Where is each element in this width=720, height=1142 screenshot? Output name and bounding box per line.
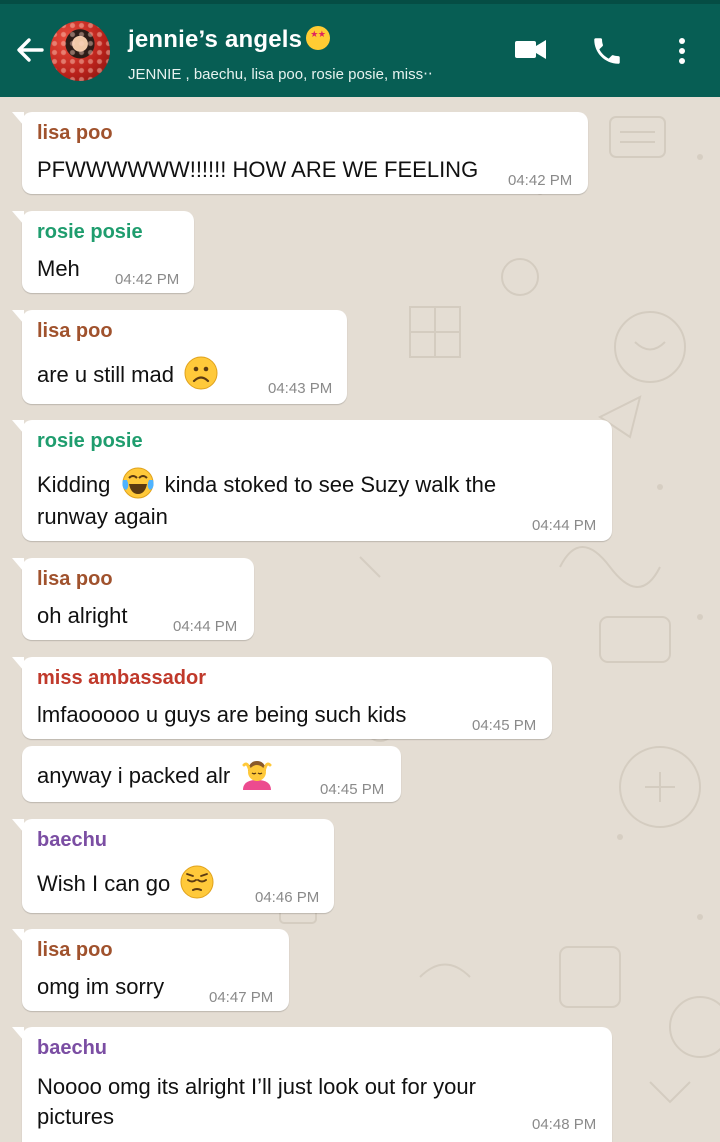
more-vert-icon[interactable]: [670, 34, 694, 68]
message-bubble[interactable]: rosie posie Meh 04:42 PM: [12, 211, 194, 293]
message-text: Kidding kinda stoked to see Suzy walk th…: [37, 466, 496, 502]
tears-of-joy-emoji-icon: [121, 467, 154, 499]
message-bubble[interactable]: miss ambassador lmfaooooo u guys are bei…: [12, 657, 552, 739]
phone-icon[interactable]: [590, 34, 624, 68]
message-time: 04:43 PM: [268, 380, 333, 397]
sender-name[interactable]: lisa poo: [37, 939, 113, 962]
message-bubble[interactable]: lisa poo oh alright 04:44 PM: [12, 558, 254, 640]
message-text: anyway i packed alr: [37, 757, 278, 793]
message-text-part: anyway i packed alr: [37, 763, 231, 788]
message-bubble[interactable]: anyway i packed alr 04:45 PM: [22, 746, 401, 802]
group-title-text: jennie’s angels: [128, 26, 303, 53]
message-time: 04:48 PM: [532, 1116, 597, 1133]
message-time: 04:44 PM: [532, 517, 597, 534]
message-time: 04:44 PM: [173, 618, 238, 635]
message-time: 04:42 PM: [508, 172, 573, 189]
sender-name[interactable]: miss ambassador: [37, 667, 206, 690]
message-text: PFWWWWWW!!!!!! HOW ARE WE FEELING: [37, 157, 479, 182]
message-text: omg im sorry: [37, 974, 165, 999]
message-text: lmfaooooo u guys are being such kids: [37, 702, 407, 727]
message-text-part: are u still mad: [37, 362, 174, 387]
star-struck-emoji-icon: [306, 26, 331, 50]
message-bubble[interactable]: lisa poo are u still mad 04:43 PM: [12, 310, 347, 404]
message-bubble[interactable]: lisa poo PFWWWWWW!!!!!! HOW ARE WE FEELI…: [12, 112, 588, 194]
message-bubble[interactable]: lisa poo omg im sorry 04:47 PM: [12, 929, 289, 1011]
message-time: 04:47 PM: [209, 989, 274, 1006]
pensive-face-emoji-icon: [180, 865, 214, 899]
group-avatar[interactable]: [50, 21, 110, 81]
message-time: 04:46 PM: [255, 889, 320, 906]
message-text: Noooo omg its alright I’ll just look out…: [37, 1074, 476, 1099]
sender-name[interactable]: baechu: [37, 1037, 107, 1060]
message-text-part: Kidding: [37, 472, 111, 497]
chat-header: jennie’s angels JENNIE , baechu, lisa po…: [0, 4, 720, 97]
group-members[interactable]: JENNIE , baechu, lisa poo, rosie posie, …: [128, 65, 433, 83]
sender-name[interactable]: lisa poo: [37, 122, 113, 145]
sender-name[interactable]: rosie posie: [37, 221, 143, 244]
sender-name[interactable]: rosie posie: [37, 430, 143, 453]
message-time: 04:45 PM: [472, 717, 537, 734]
frowning-face-emoji-icon: [184, 356, 218, 390]
message-time: 04:45 PM: [320, 781, 385, 798]
message-text: oh alright: [37, 603, 128, 628]
message-text-line2: runway again: [37, 504, 168, 529]
sender-name[interactable]: lisa poo: [37, 568, 113, 591]
person-getting-massage-emoji-icon: [242, 761, 272, 790]
message-bubble[interactable]: rosie posie Kidding kinda stoked to see …: [12, 420, 612, 541]
message-text-line2: pictures: [37, 1104, 115, 1129]
message-text-part: Wish I can go: [37, 871, 171, 896]
message-time: 04:42 PM: [115, 271, 180, 288]
group-title[interactable]: jennie’s angels: [128, 26, 331, 54]
video-call-icon[interactable]: [513, 34, 549, 64]
message-text: Meh: [37, 256, 80, 281]
message-text: are u still mad: [37, 356, 222, 392]
back-arrow-icon[interactable]: [12, 32, 48, 68]
sender-name[interactable]: baechu: [37, 829, 107, 852]
message-bubble[interactable]: baechu Noooo omg its alright I’ll just l…: [12, 1027, 612, 1142]
sender-name[interactable]: lisa poo: [37, 320, 113, 343]
message-text-part: kinda stoked to see Suzy walk the: [164, 472, 497, 497]
message-bubble[interactable]: baechu Wish I can go 04:46 PM: [12, 819, 334, 913]
message-text: Wish I can go: [37, 865, 218, 901]
